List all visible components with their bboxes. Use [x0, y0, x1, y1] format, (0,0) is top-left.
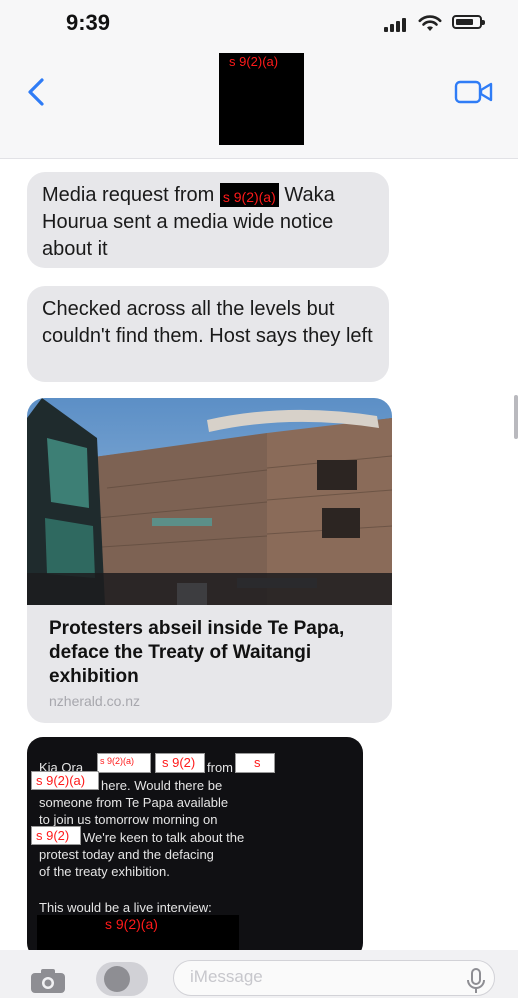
redaction-label: s 9(2)(a) — [229, 54, 279, 69]
redaction-box: s 9(2) — [155, 753, 205, 773]
redaction-label: s 9(2) — [36, 828, 70, 843]
screenshot-text: protest today and the defacing — [39, 847, 214, 862]
redaction-label: s 9(2) — [162, 755, 196, 770]
redaction-box: s — [235, 753, 275, 773]
redaction-label: s 9(2)(a) — [36, 773, 86, 788]
cellular-signal-icon — [384, 18, 410, 32]
inline-redaction: s 9(2)(a) — [219, 183, 279, 207]
screenshot-text: here. Would there be — [101, 778, 223, 793]
link-preview-domain: nzherald.co.nz — [49, 693, 141, 709]
redaction-label: s 9(2)(a) — [100, 756, 135, 766]
screenshot-text: from — [207, 760, 233, 775]
message-input[interactable]: iMessage — [173, 960, 495, 996]
screenshot-text: We're keen to talk about the — [83, 830, 245, 845]
screenshot-text: someone from Te Papa available — [39, 795, 229, 810]
link-preview-title: Protesters abseil inside Te Papa, deface… — [49, 618, 345, 687]
link-preview-card[interactable]: Protesters abseil inside Te Papa, deface… — [27, 398, 392, 723]
redaction-label: s — [254, 755, 261, 770]
wifi-icon — [418, 15, 442, 31]
status-bar: 9:39 — [0, 0, 518, 46]
screenshot-image-message[interactable]: Kia Ora s 9(2)(a) s 9(2) from s s 9(2)(a… — [27, 737, 363, 959]
redaction-label: s 9(2)(a) — [105, 916, 158, 932]
message-bubble[interactable]: Checked across all the levels but couldn… — [27, 286, 389, 382]
microphone-icon[interactable] — [466, 968, 486, 994]
message-bubble[interactable]: Media request from s 9(2)(a) Waka Hourua… — [27, 172, 389, 268]
video-call-button[interactable] — [454, 78, 494, 106]
message-input-bar: iMessage — [0, 950, 518, 998]
redaction-box: s 9(2) — [31, 826, 81, 845]
redaction-label: s 9(2)(a) — [222, 189, 276, 205]
status-time: 9:39 — [66, 10, 111, 35]
screenshot-text: This would be a live interview: — [39, 900, 212, 915]
messages-screen: 9:39 s 9(2)(a) Media request from s 9(2)… — [0, 0, 518, 998]
scroll-indicator[interactable] — [514, 395, 518, 439]
message-text: Checked across all the levels but couldn… — [42, 298, 373, 347]
conversation-header: s 9(2)(a) — [0, 46, 518, 159]
camera-icon[interactable] — [30, 968, 66, 994]
link-preview-image — [27, 398, 392, 605]
back-button[interactable] — [22, 76, 52, 108]
app-store-button[interactable] — [96, 962, 148, 996]
app-store-icon — [104, 966, 130, 992]
redaction-box: s 9(2)(a) — [31, 771, 99, 790]
message-text: Media request from — [42, 184, 220, 206]
black-redaction-box: s 9(2)(a) — [37, 915, 239, 953]
battery-icon — [452, 15, 485, 29]
contact-name-redaction[interactable]: s 9(2)(a) — [219, 53, 304, 145]
screenshot-text: of the treaty exhibition. — [39, 864, 170, 879]
redaction-box: s 9(2)(a) — [97, 753, 151, 773]
